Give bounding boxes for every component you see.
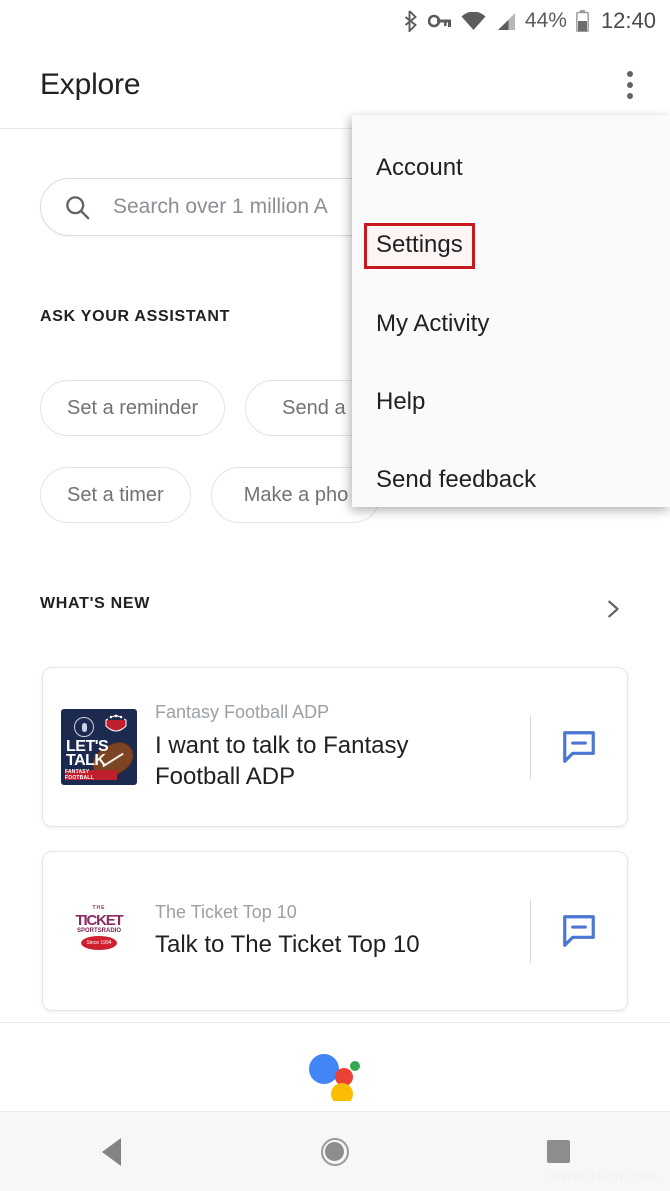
overflow-menu: Account Settings My Activity Help Send f… — [352, 115, 670, 507]
lets-talk-fantasy-football-thumbnail: LET'S TALK FANTASY FOOTBALL — [61, 709, 137, 785]
thumb-sub-label: SPORTSRADIO — [76, 928, 122, 934]
menu-item-account[interactable]: Account — [352, 129, 670, 207]
google-assistant-logo[interactable] — [0, 1042, 670, 1108]
menu-item-my-activity[interactable]: My Activity — [352, 285, 670, 363]
status-bar: 44% 12:40 — [0, 0, 670, 42]
card-title: I want to talk to Fantasy Football ADP — [155, 731, 409, 791]
thumb-word-label: TICKET — [75, 912, 124, 929]
menu-item-settings[interactable]: Settings — [352, 207, 670, 285]
message-bubble-icon[interactable] — [531, 728, 627, 766]
bottom-divider — [0, 1022, 670, 1023]
more-vert-icon[interactable] — [612, 65, 648, 105]
the-ticket-top-10-thumbnail: THE TICKET SPORTSRADIO Since 1994 — [69, 903, 129, 959]
thumb-banner: FANTASY FOOTBALL — [65, 769, 117, 781]
wifi-icon — [461, 11, 486, 31]
ask-your-assistant-heading: ASK YOUR ASSISTANT — [40, 308, 231, 325]
android-screen: 44% 12:40 Explore Search over 1 million … — [0, 0, 670, 1191]
card-body: Fantasy Football ADP I want to talk to F… — [137, 701, 530, 793]
clock-label: 12:40 — [600, 8, 656, 33]
whats-new-card[interactable]: LET'S TALK FANTASY FOOTBALL Fantasy Foot… — [42, 667, 628, 827]
team-crest-icon — [105, 714, 127, 732]
menu-item-label: Send feedback — [376, 466, 537, 493]
watermark-label: www.irfam.com — [549, 1168, 658, 1185]
search-placeholder-label: Search over 1 million A — [113, 195, 328, 218]
back-triangle-icon[interactable] — [67, 1112, 157, 1191]
menu-item-label: My Activity — [376, 310, 490, 337]
bluetooth-icon — [402, 10, 419, 32]
search-icon — [41, 194, 113, 221]
card-subtitle: Fantasy Football ADP — [155, 702, 330, 723]
cellular-signal-icon — [495, 12, 516, 31]
android-navigation-bar: www.irfam.com — [0, 1111, 670, 1191]
battery-percent-label: 44% — [524, 9, 567, 32]
whats-new-heading: WHAT'S NEW — [40, 595, 151, 612]
page-title: Explore — [40, 68, 141, 101]
thumb-the-label: THE — [92, 905, 106, 911]
assistant-chip-row-1: Set a reminder Send a — [40, 380, 383, 436]
menu-item-help[interactable]: Help — [352, 363, 670, 441]
thumb-oval-label: Since 1994 — [81, 936, 117, 950]
microphone-icon — [74, 717, 94, 737]
whats-new-card[interactable]: THE TICKET SPORTSRADIO Since 1994 The Ti… — [42, 851, 628, 1011]
chip-set-a-timer[interactable]: Set a timer — [40, 467, 191, 523]
menu-item-label: Account — [376, 154, 463, 181]
home-circle-icon[interactable] — [290, 1112, 380, 1191]
card-title: Talk to The Ticket Top 10 — [155, 931, 420, 959]
chip-set-a-reminder[interactable]: Set a reminder — [40, 380, 226, 436]
card-body: The Ticket Top 10 Talk to The Ticket Top… — [129, 901, 530, 961]
chevron-right-icon[interactable] — [602, 598, 624, 620]
menu-item-label: Help — [376, 388, 426, 415]
message-bubble-icon[interactable] — [531, 912, 627, 950]
thumb-line-2: TALK — [66, 752, 106, 769]
vpn-key-icon — [427, 13, 452, 29]
menu-item-label: Settings — [364, 223, 475, 269]
assistant-chip-row-2: Set a timer Make a pho — [40, 467, 382, 523]
battery-icon — [576, 10, 589, 32]
card-subtitle: The Ticket Top 10 — [155, 901, 297, 922]
menu-item-send-feedback[interactable]: Send feedback — [352, 441, 670, 519]
